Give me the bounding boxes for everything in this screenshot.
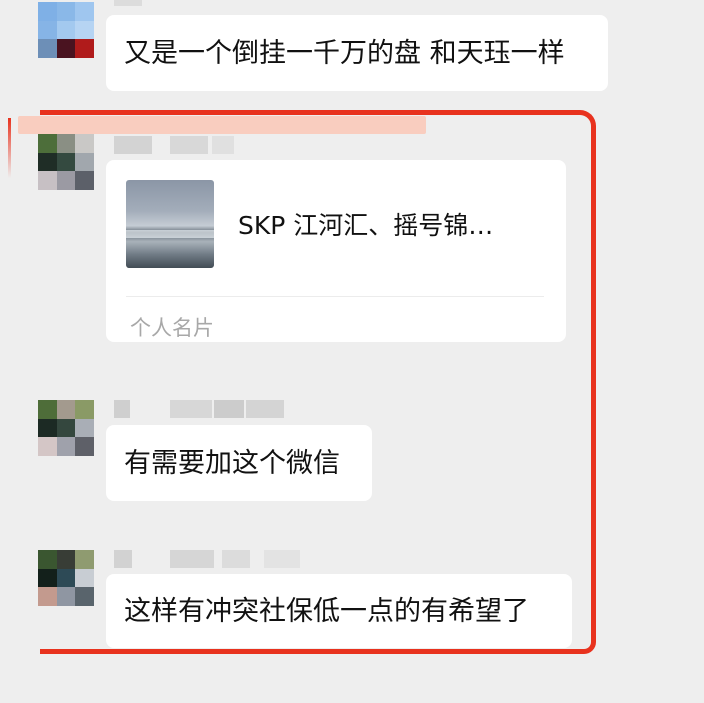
message-bubble[interactable]: 有需要加这个微信 [106, 425, 372, 501]
avatar[interactable] [38, 550, 94, 606]
card-type-label: 个人名片 [130, 316, 214, 340]
avatar[interactable] [38, 134, 94, 190]
avatar[interactable] [38, 2, 94, 58]
message-text: 又是一个倒挂一千万的盘 和天珏一样 [124, 37, 565, 69]
card-title: SKP 江河汇、摇号锦… [238, 211, 494, 240]
message-text: 有需要加这个微信 [124, 447, 340, 479]
red-annotation-stroke [8, 118, 11, 178]
card-divider [126, 296, 544, 297]
avatar[interactable] [38, 400, 94, 456]
contact-card[interactable]: SKP 江河汇、摇号锦… 个人名片 [106, 160, 566, 342]
message-text: 这样有冲突社保低一点的有希望了 [124, 595, 529, 627]
message-bubble[interactable]: 这样有冲突社保低一点的有希望了 [106, 574, 572, 648]
message-bubble[interactable]: 又是一个倒挂一千万的盘 和天珏一样 [106, 15, 608, 91]
card-thumbnail [126, 180, 214, 268]
